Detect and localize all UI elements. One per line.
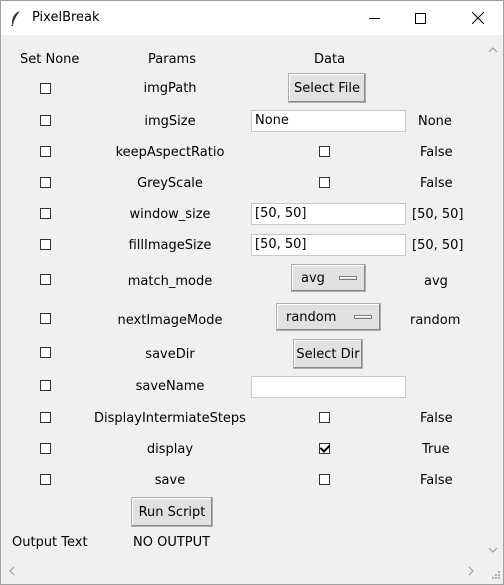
vertical-scrollbar[interactable] xyxy=(483,41,503,561)
select-file-button[interactable]: Select File xyxy=(288,73,366,103)
output-text-value: NO OUTPUT xyxy=(133,535,211,550)
set-none-checkbox-imgpath[interactable] xyxy=(40,83,51,94)
close-icon xyxy=(472,12,484,24)
set-none-checkbox-imgsize[interactable] xyxy=(40,115,51,126)
window-size-input[interactable]: [50, 50] xyxy=(251,203,406,225)
save-value: False xyxy=(420,473,453,488)
param-label-savename: saveName xyxy=(135,379,205,394)
param-label-match-mode: match_mode xyxy=(127,274,213,289)
display-checkbox[interactable] xyxy=(319,443,330,454)
minimize-icon xyxy=(368,17,380,19)
title-bar[interactable]: PixelBreak xyxy=(1,1,503,35)
displayintermiatesteps-checkbox[interactable] xyxy=(319,412,330,423)
feather-icon xyxy=(10,11,20,26)
param-label-nextimagemode: nextImageMode xyxy=(117,313,223,328)
savename-input[interactable] xyxy=(251,376,406,398)
scroll-right-icon[interactable] xyxy=(468,566,474,576)
nextimagemode-value: random xyxy=(410,313,461,328)
param-label-display: display xyxy=(146,442,194,457)
window-title: PixelBreak xyxy=(32,10,100,25)
param-label-imgpath: imgPath xyxy=(143,81,197,96)
select-dir-button[interactable]: Select Dir xyxy=(293,339,363,369)
nextimagemode-select[interactable]: random xyxy=(276,303,381,331)
set-none-checkbox-savedir[interactable] xyxy=(40,347,51,358)
match-mode-value: avg xyxy=(424,274,448,289)
run-script-button[interactable]: Run Script xyxy=(131,497,213,527)
fillimagesize-value: [50, 50] xyxy=(412,238,464,253)
param-label-save: save xyxy=(154,473,186,488)
horizontal-scrollbar[interactable] xyxy=(3,561,483,581)
set-none-checkbox-keepaspectratio[interactable] xyxy=(40,146,51,157)
set-none-checkbox-display[interactable] xyxy=(40,443,51,454)
imgsize-value: None xyxy=(418,114,452,129)
dropdown-indicator-icon xyxy=(354,315,372,319)
dropdown-indicator-icon xyxy=(339,276,357,280)
param-label-fillimagesize: fillImageSize xyxy=(128,238,212,253)
scroll-down-icon[interactable] xyxy=(488,547,498,553)
match-mode-select[interactable]: avg xyxy=(291,264,366,292)
header-set-none: Set None xyxy=(20,52,80,67)
keepaspectratio-value: False xyxy=(420,145,453,160)
set-none-checkbox-save[interactable] xyxy=(40,474,51,485)
maximize-button[interactable] xyxy=(397,1,443,35)
save-checkbox[interactable] xyxy=(319,474,330,485)
fillimagesize-input[interactable]: [50, 50] xyxy=(251,234,406,256)
display-value: True xyxy=(422,442,450,457)
header-params: Params xyxy=(148,52,196,67)
keepaspectratio-checkbox[interactable] xyxy=(319,146,330,157)
header-data: Data xyxy=(314,52,346,67)
greyscale-checkbox[interactable] xyxy=(319,177,330,188)
window-size-value: [50, 50] xyxy=(412,207,464,222)
param-label-greyscale: GreyScale xyxy=(137,176,203,191)
displayintermiatesteps-value: False xyxy=(420,411,453,426)
greyscale-value: False xyxy=(420,176,453,191)
param-label-window-size: window_size xyxy=(129,207,211,222)
scroll-left-icon[interactable] xyxy=(9,566,15,576)
param-label-savedir: saveDir xyxy=(145,347,195,362)
minimize-button[interactable] xyxy=(351,1,397,35)
imgsize-input[interactable]: None xyxy=(251,110,406,132)
match-mode-selected: avg xyxy=(301,271,325,286)
set-none-checkbox-displayintermiatesteps[interactable] xyxy=(40,412,51,423)
param-label-keepaspectratio: keepAspectRatio xyxy=(115,145,225,160)
set-none-checkbox-nextimagemode[interactable] xyxy=(40,313,51,324)
nextimagemode-selected: random xyxy=(286,310,337,325)
maximize-icon xyxy=(414,12,426,24)
set-none-checkbox-savename[interactable] xyxy=(40,380,51,391)
app-window: PixelBreak Set None Params Data imgPath … xyxy=(0,0,504,585)
params-panel: Set None Params Data imgPath Select File… xyxy=(3,41,481,561)
set-none-checkbox-window-size[interactable] xyxy=(40,208,51,219)
param-label-imgsize: imgSize xyxy=(144,114,196,129)
close-button[interactable] xyxy=(455,1,501,35)
scroll-up-icon[interactable] xyxy=(488,47,498,53)
resize-grip-icon[interactable] xyxy=(487,568,501,582)
set-none-checkbox-fillimagesize[interactable] xyxy=(40,239,51,250)
param-label-displayintermiatesteps: DisplayIntermiateSteps xyxy=(94,411,246,426)
output-text-label: Output Text xyxy=(12,535,88,550)
set-none-checkbox-greyscale[interactable] xyxy=(40,177,51,188)
set-none-checkbox-match-mode[interactable] xyxy=(40,274,51,285)
